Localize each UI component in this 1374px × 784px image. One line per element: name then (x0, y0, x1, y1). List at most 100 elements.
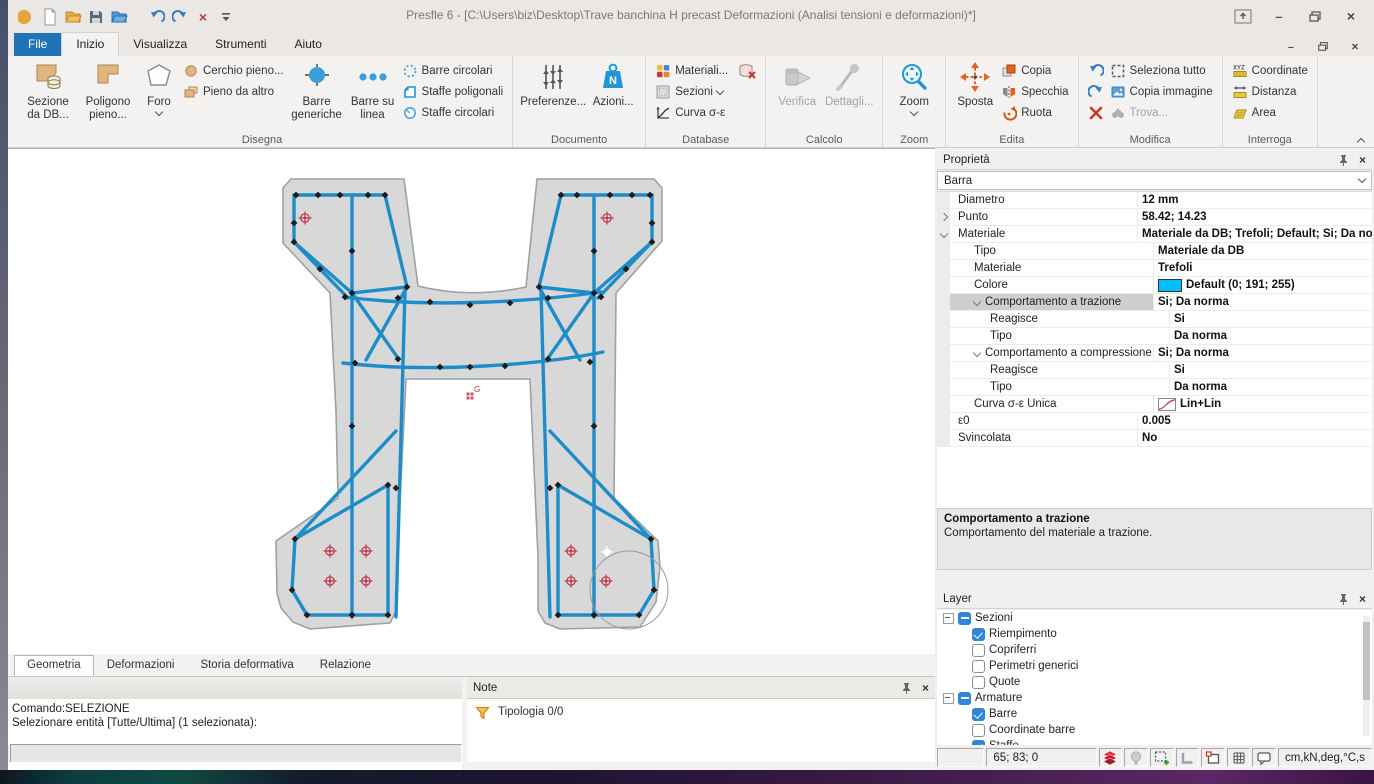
tab-relazione[interactable]: Relazione (307, 655, 384, 676)
pin-icon[interactable] (1338, 154, 1349, 166)
tab-strumenti[interactable]: Strumenti (201, 33, 280, 56)
zoom-button[interactable]: Zoom (889, 58, 939, 118)
snap-icon[interactable] (1201, 748, 1225, 767)
foro-button[interactable]: Foro (138, 58, 180, 118)
abort-small-button[interactable] (1085, 103, 1107, 123)
tooltip-icon[interactable] (1252, 748, 1276, 767)
close-icon[interactable]: × (1359, 155, 1366, 165)
expander-icon[interactable] (939, 230, 947, 238)
close-icon[interactable]: × (1342, 8, 1360, 24)
property-value[interactable]: Lin+Lin (1154, 396, 1372, 412)
sposta-button[interactable]: Sposta (952, 58, 998, 112)
property-value[interactable]: 12 mm (1138, 192, 1372, 208)
property-value[interactable]: Si (1170, 311, 1372, 327)
barre-circolari-button[interactable]: Barre circolari (399, 61, 507, 81)
layer-checkbox[interactable] (972, 676, 985, 689)
property-row-colore[interactable]: ColoreDefault (0; 191; 255) (937, 277, 1372, 294)
property-row-0[interactable]: ε00.005 (937, 413, 1372, 430)
close-icon[interactable]: × (922, 683, 929, 693)
grid-icon[interactable] (1227, 748, 1251, 767)
layers-icon[interactable] (1099, 748, 1123, 767)
open-file-icon[interactable] (64, 8, 82, 26)
layer-checkbox[interactable] (972, 724, 985, 737)
property-value[interactable]: Materiale da DB (1154, 243, 1372, 259)
expander-icon[interactable] (939, 213, 947, 221)
curva-button[interactable]: Curva σ-ε (652, 103, 759, 123)
property-value[interactable]: Da norma (1170, 379, 1372, 395)
layer-checkbox[interactable] (958, 612, 971, 625)
tab-aiuto[interactable]: Aiuto (281, 33, 336, 56)
poligono-pieno-button[interactable]: Poligonopieno... (78, 58, 138, 125)
preferenze-button[interactable]: Preferenze... (519, 58, 587, 112)
property-value[interactable]: 58.42; 14.23 (1138, 209, 1372, 225)
staffe-poligonali-button[interactable]: Staffe poligonali (399, 82, 507, 102)
layer-checkbox[interactable] (958, 692, 971, 705)
property-row-tipo[interactable]: TipoDa norma (937, 379, 1372, 396)
select-add-icon[interactable] (1150, 748, 1174, 767)
pieno-da-altro-button[interactable]: Pieno da altro (180, 82, 287, 102)
property-value[interactable]: Da norma (1170, 328, 1372, 344)
lamp-icon[interactable] (1124, 748, 1148, 767)
ortho-icon[interactable] (1176, 748, 1200, 767)
property-row-tipo[interactable]: TipoMateriale da DB (937, 243, 1372, 260)
scrollbar-thumb[interactable] (1363, 622, 1370, 700)
barre-su-linea-button[interactable]: Barre sulinea (347, 58, 399, 125)
azioni-button[interactable]: NAzioni... (587, 58, 639, 112)
redo-icon[interactable] (171, 8, 189, 26)
property-value[interactable]: No (1138, 430, 1372, 446)
pin-icon[interactable] (901, 682, 912, 694)
command-panel-header[interactable] (8, 677, 462, 700)
expander-icon[interactable] (973, 298, 981, 306)
property-row-svincolata[interactable]: SvincolataNo (937, 430, 1372, 447)
cerchio-pieno-button[interactable]: Cerchio pieno... (180, 61, 287, 81)
property-value[interactable]: Trefoli (1154, 260, 1372, 276)
property-row-curva-unica[interactable]: Curva σ-ε UnicaLin+Lin (937, 396, 1372, 413)
layer-checkbox[interactable] (972, 644, 985, 657)
property-row-punto[interactable]: Punto58.42; 14.23 (937, 209, 1372, 226)
layer-checkbox[interactable] (972, 708, 985, 721)
db-delete-icon[interactable] (738, 63, 756, 79)
tab-visualizza[interactable]: Visualizza (119, 33, 201, 56)
property-row-materiale[interactable]: MaterialeTrefoli (937, 260, 1372, 277)
property-row-materiale[interactable]: MaterialeMateriale da DB; Trefoli; Defau… (937, 226, 1372, 243)
tab-deformazioni[interactable]: Deformazioni (94, 655, 188, 676)
restore-icon[interactable] (1315, 39, 1330, 53)
layer-scrollbar[interactable] (1363, 616, 1370, 736)
barre-generiche-button[interactable]: Barregeneriche (287, 58, 347, 125)
customize-toolbar-icon[interactable] (217, 8, 235, 26)
command-input[interactable] (10, 744, 462, 763)
area-button[interactable]: Area (1229, 103, 1311, 123)
minimize-icon[interactable]: – (1270, 8, 1288, 24)
materiali-button[interactable]: Materiali... (652, 61, 759, 81)
ribbon-toggle-icon[interactable] (1234, 8, 1252, 24)
ribbon-collapse-button[interactable] (1358, 135, 1368, 143)
tab-inizio[interactable]: Inizio (61, 32, 119, 56)
copia-button[interactable]: Copia (998, 61, 1071, 81)
dettagli-button[interactable]: Dettagli... (822, 58, 876, 112)
property-row-comportamento-a-compressione[interactable]: Comportamento a compressioneSi; Da norma (937, 345, 1372, 362)
specchia-button[interactable]: Specchia (998, 82, 1071, 102)
expander-icon[interactable] (973, 349, 981, 357)
trova-button[interactable]: Trova... (1107, 103, 1216, 123)
property-value[interactable]: Si (1170, 362, 1372, 378)
undo-icon[interactable] (148, 8, 166, 26)
property-row-diametro[interactable]: Diametro12 mm (937, 192, 1372, 209)
property-row-tipo[interactable]: TipoDa norma (937, 328, 1372, 345)
tree-collapse-icon[interactable] (943, 693, 954, 704)
copia-immagine-button[interactable]: Copia immagine (1107, 82, 1216, 102)
restore-icon[interactable] (1306, 8, 1324, 24)
distanza-button[interactable]: Distanza (1229, 82, 1311, 102)
layer-checkbox[interactable] (972, 660, 985, 673)
property-value[interactable]: Default (0; 191; 255) (1154, 277, 1372, 293)
property-row-reagisce[interactable]: ReagisceSi (937, 311, 1372, 328)
open-project-icon[interactable] (110, 8, 128, 26)
filter-icon[interactable] (475, 706, 490, 720)
save-icon[interactable] (87, 8, 105, 26)
property-row-reagisce[interactable]: ReagisceSi (937, 362, 1372, 379)
app-icon[interactable] (18, 8, 36, 26)
ruota-button[interactable]: Ruota (998, 103, 1071, 123)
property-value[interactable]: Si; Da norma (1154, 294, 1372, 310)
property-value[interactable]: Si; Da norma (1154, 345, 1372, 361)
property-row-comportamento-a-trazione[interactable]: Comportamento a trazioneSi; Da norma (937, 294, 1372, 311)
new-file-icon[interactable] (41, 8, 59, 26)
